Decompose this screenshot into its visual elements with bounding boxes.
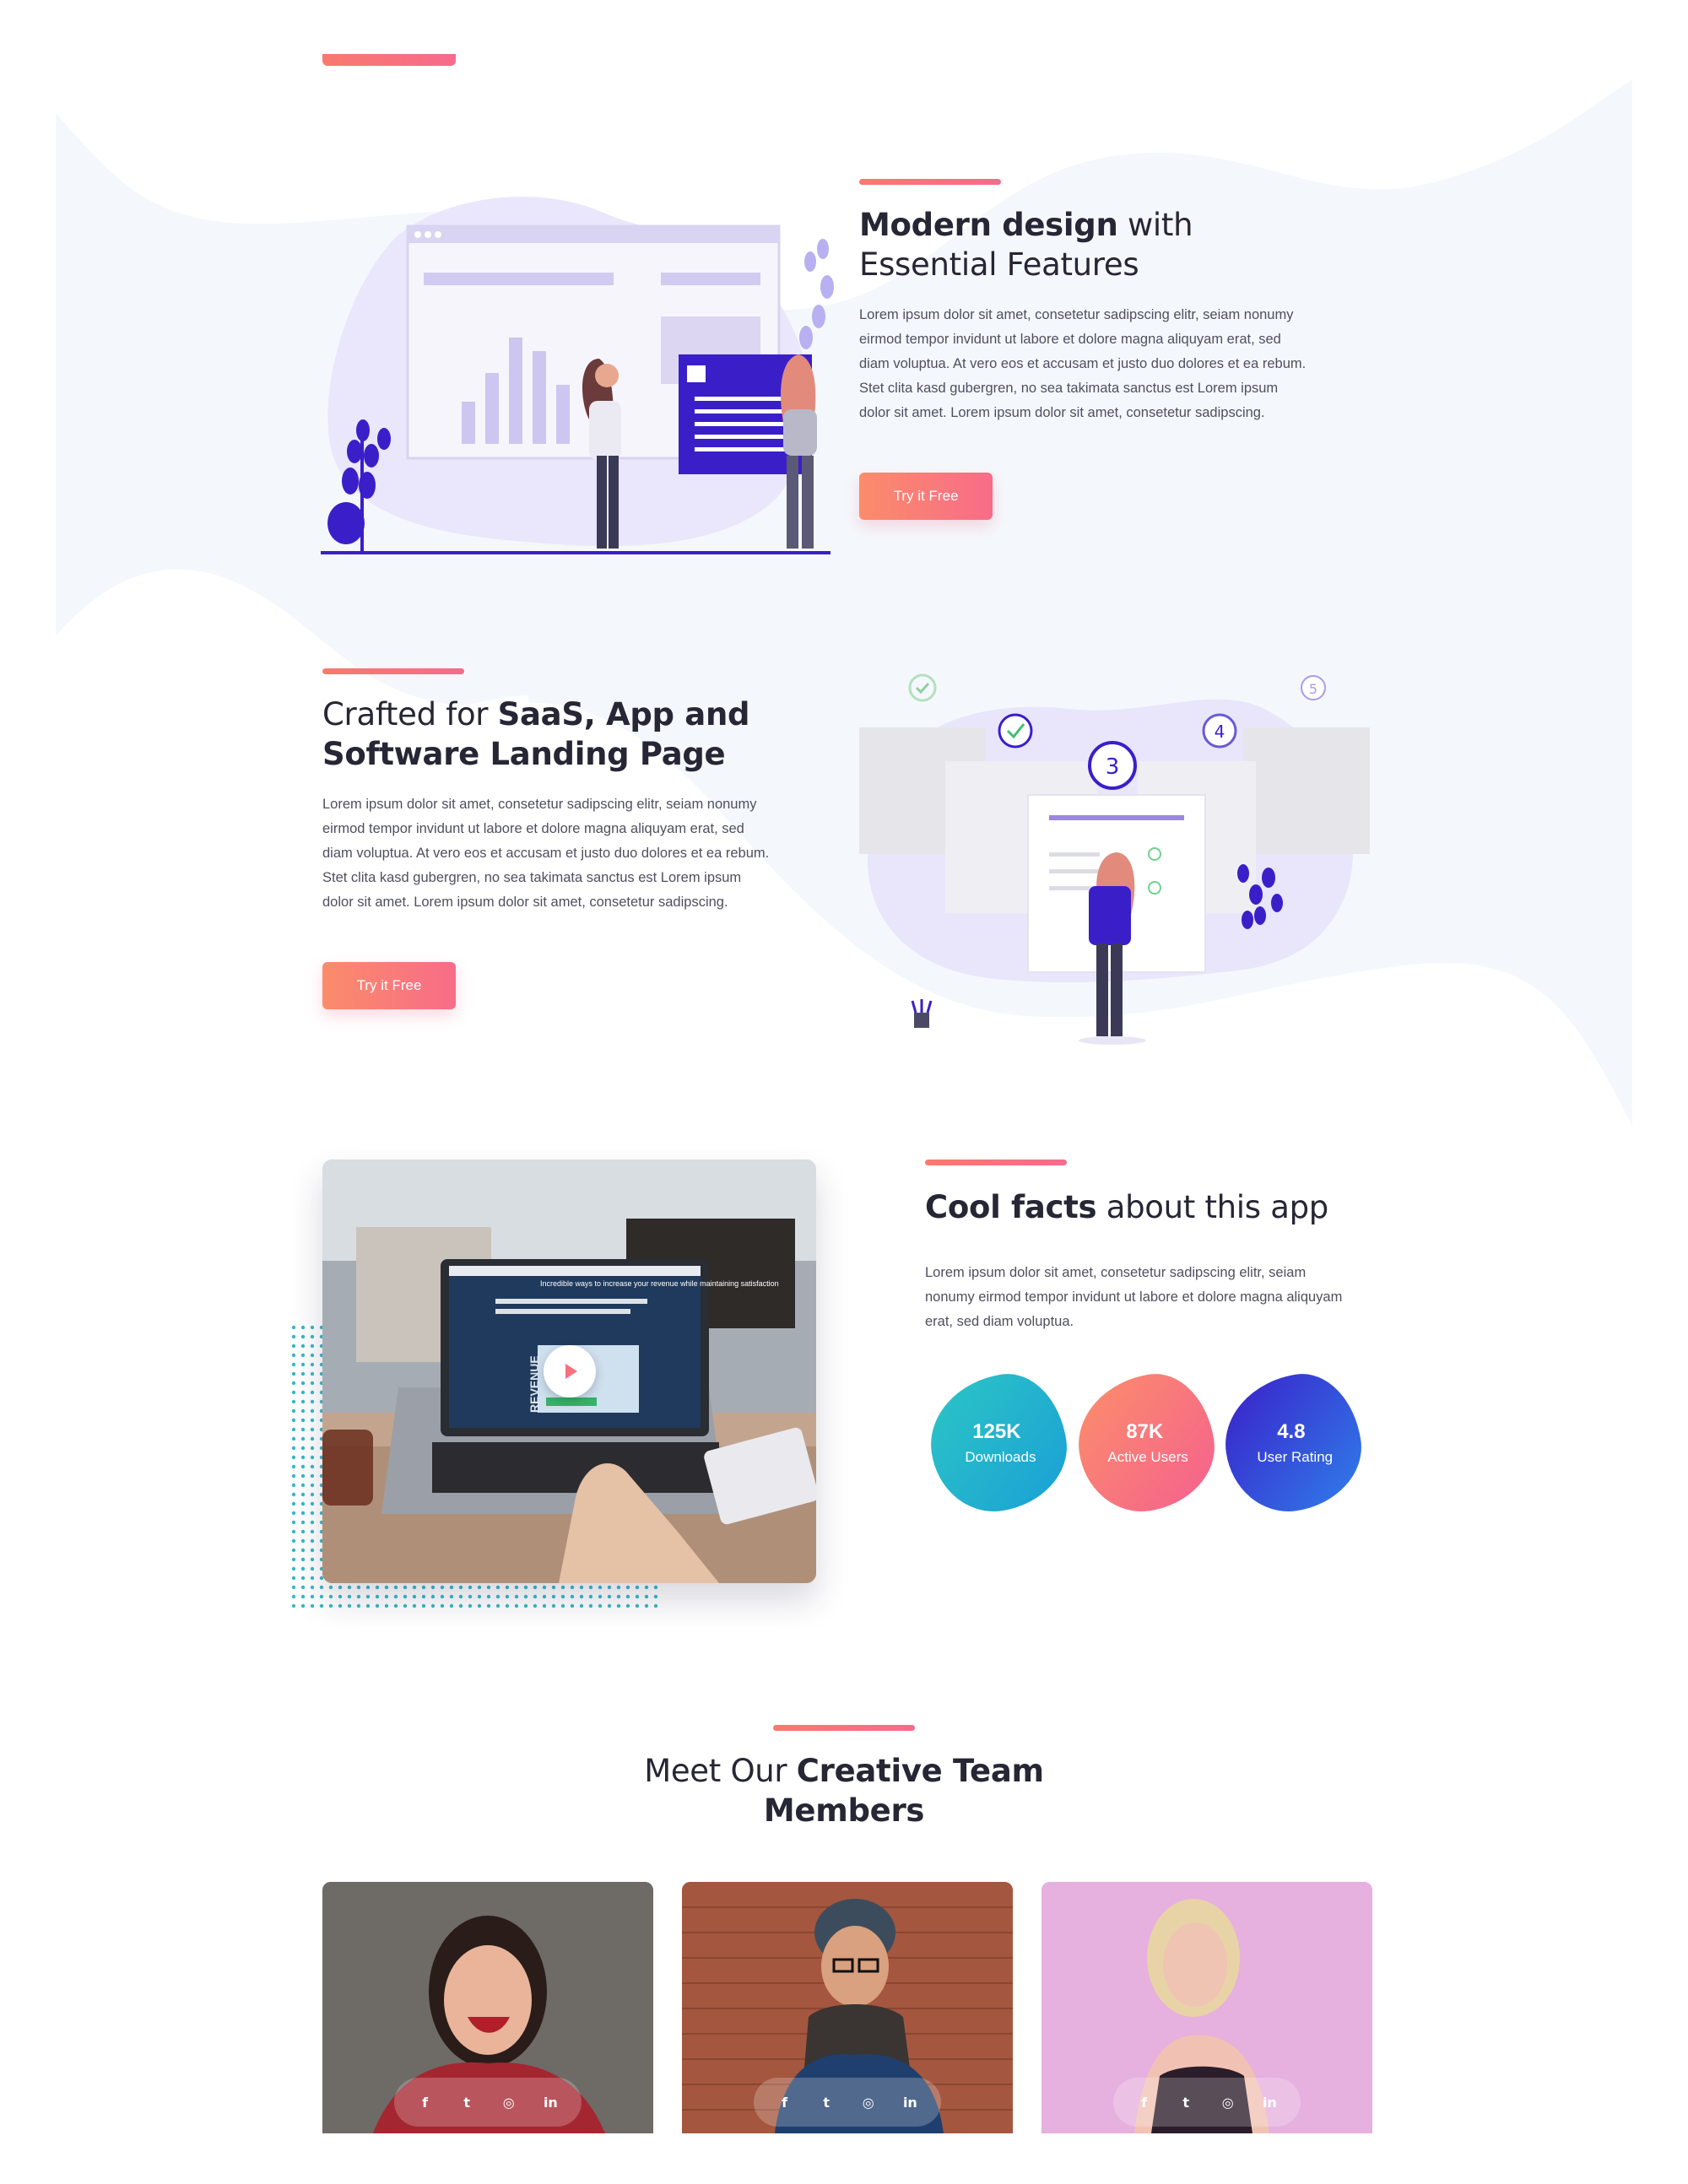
- laptop-screen-sidetext: REVENUE: [528, 1355, 541, 1413]
- linkedin-icon[interactable]: in: [1258, 2091, 1280, 2113]
- step-4-label: 4: [1215, 722, 1225, 742]
- section-title: Meet Our Creative Team Members: [641, 1751, 1047, 1830]
- section-body: Lorem ipsum dolor sit amet, consetetur s…: [322, 797, 770, 910]
- feature-modern-design: Modern design with Essential Features Lo…: [859, 179, 1315, 520]
- accent-line: [859, 179, 1001, 185]
- social-links: f t ◎ in: [394, 2078, 582, 2127]
- feature-crafted-saas: Crafted for SaaS, App and Software Landi…: [322, 668, 778, 1009]
- analytics-illustration: [321, 197, 834, 554]
- social-links: f t ◎ in: [1113, 2078, 1301, 2127]
- twitter-icon[interactable]: t: [815, 2091, 837, 2113]
- title-pre: Crafted for: [322, 696, 498, 733]
- checklist-illustration: 3 4 5: [859, 673, 1370, 1045]
- play-button[interactable]: [544, 1345, 596, 1397]
- facebook-icon[interactable]: f: [1133, 2091, 1155, 2113]
- top-accent-line: [322, 54, 456, 66]
- title-rest: about this app: [1096, 1189, 1329, 1225]
- play-icon: [565, 1364, 577, 1379]
- linkedin-icon[interactable]: in: [539, 2091, 561, 2113]
- title-pre: Meet Our: [644, 1753, 797, 1789]
- accent-line: [773, 1725, 915, 1731]
- section-title: Cool facts about this app: [925, 1187, 1398, 1227]
- try-free-button[interactable]: Try it Free: [859, 473, 993, 520]
- title-bold: Modern design: [859, 207, 1118, 243]
- section-title: Crafted for SaaS, App and Software Landi…: [322, 695, 778, 774]
- fact-active-users: 87K Active Users: [1069, 1366, 1223, 1520]
- background-wave: [56, 54, 1632, 1126]
- facebook-icon[interactable]: f: [774, 2091, 796, 2113]
- laptop-screen-headline: Incredible ways to increase your revenue…: [540, 1279, 779, 1288]
- fact-label: User Rating: [1257, 1448, 1334, 1465]
- section-body: Lorem ipsum dolor sit amet, consetetur s…: [925, 1265, 1343, 1329]
- fact-value: 87K: [1126, 1420, 1164, 1444]
- facebook-icon[interactable]: f: [414, 2091, 436, 2113]
- instagram-icon[interactable]: ◎: [498, 2091, 520, 2113]
- title-bold: Cool facts: [925, 1189, 1097, 1225]
- step-3-label: 3: [1106, 754, 1120, 780]
- fact-label: Downloads: [965, 1448, 1036, 1465]
- landing-page: Modern design with Essential Features Lo…: [0, 0, 1688, 2184]
- team-card[interactable]: f t ◎ in: [1041, 1882, 1372, 2133]
- team-card[interactable]: f t ◎ in: [682, 1882, 1013, 2133]
- instagram-icon[interactable]: ◎: [1217, 2091, 1239, 2113]
- fact-value: 4.8: [1277, 1420, 1306, 1444]
- twitter-icon[interactable]: t: [1175, 2091, 1197, 2113]
- team-card[interactable]: f t ◎ in: [322, 1882, 653, 2133]
- instagram-icon[interactable]: ◎: [858, 2091, 879, 2113]
- fact-downloads: 125K Downloads: [922, 1366, 1075, 1520]
- cool-facts-section: Cool facts about this app Lorem ipsum do…: [925, 1160, 1398, 1334]
- title-bold: Creative Team Members: [763, 1753, 1044, 1829]
- step-5-label: 5: [1309, 681, 1317, 697]
- social-links: f t ◎ in: [754, 2078, 941, 2127]
- linkedin-icon[interactable]: in: [899, 2091, 921, 2113]
- fact-user-rating: 4.8 User Rating: [1216, 1366, 1370, 1520]
- section-title: Modern design with Essential Features: [859, 205, 1315, 284]
- twitter-icon[interactable]: t: [456, 2091, 478, 2113]
- accent-line: [925, 1160, 1067, 1165]
- fact-label: Active Users: [1107, 1448, 1189, 1465]
- try-free-button[interactable]: Try it Free: [322, 962, 456, 1009]
- accent-line: [322, 668, 464, 674]
- fact-value: 125K: [972, 1420, 1021, 1444]
- video-card[interactable]: Incredible ways to increase your revenue…: [322, 1160, 816, 1583]
- team-section-header: Meet Our Creative Team Members: [591, 1725, 1097, 1830]
- section-body: Lorem ipsum dolor sit amet, consetetur s…: [859, 307, 1307, 420]
